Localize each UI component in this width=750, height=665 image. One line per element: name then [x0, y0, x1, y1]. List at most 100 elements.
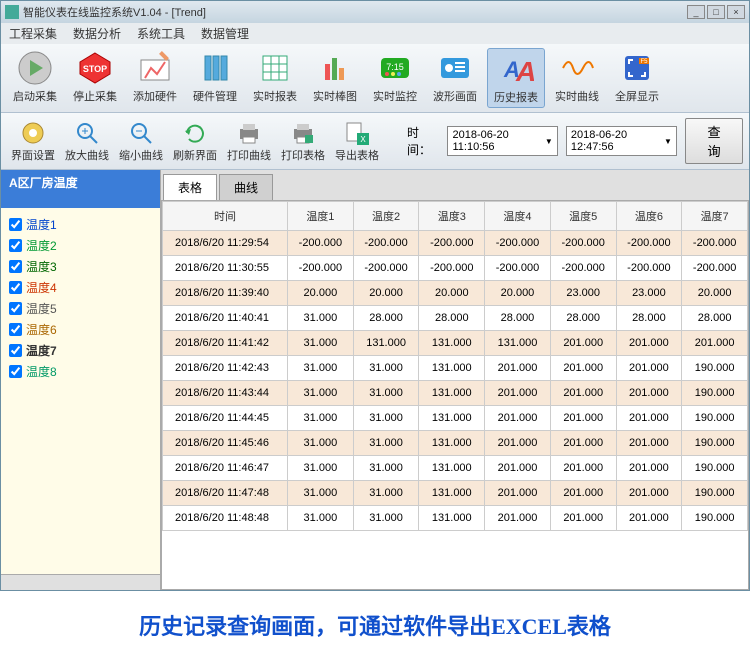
channel-item[interactable]: 温度3 [5, 256, 156, 277]
cell-value: 31.000 [288, 506, 354, 531]
table-row[interactable]: 2018/6/20 11:40:4131.00028.00028.00028.0… [163, 306, 748, 331]
channel-label: 温度4 [26, 279, 57, 296]
export-table-button[interactable]: X导出表格 [331, 117, 383, 165]
column-header[interactable]: 温度4 [485, 202, 551, 231]
titlebar: 智能仪表在线监控系统V1.04 - [Trend] _ □ × [1, 1, 749, 23]
column-header[interactable]: 温度3 [419, 202, 485, 231]
cell-value: 20.000 [353, 281, 419, 306]
cell-value: 201.000 [616, 381, 682, 406]
table-row[interactable]: 2018/6/20 11:47:4831.00031.000131.000201… [163, 481, 748, 506]
main-area: A区厂房温度 温度1温度2温度3温度4温度5温度6温度7温度8 表格 曲线 时间… [1, 170, 749, 590]
realtime-bar-icon [317, 50, 353, 86]
print-curve-button[interactable]: 打印曲线 [223, 117, 275, 165]
cell-value: 201.000 [550, 381, 616, 406]
cell-value: 31.000 [288, 331, 354, 356]
channel-item[interactable]: 温度1 [5, 214, 156, 235]
menubar: 工程采集 数据分析 系统工具 数据管理 [1, 23, 749, 44]
cell-value: 131.000 [353, 331, 419, 356]
channel-item[interactable]: 温度7 [5, 340, 156, 361]
menu-item[interactable]: 数据分析 [73, 25, 121, 42]
cell-time: 2018/6/20 11:46:47 [163, 456, 288, 481]
realtime-monitor-icon: 7:15 [377, 50, 413, 86]
column-header[interactable]: 温度2 [353, 202, 419, 231]
tab-curve[interactable]: 曲线 [219, 174, 273, 200]
column-header[interactable]: 时间 [163, 202, 288, 231]
datetime-to[interactable]: 2018-06-20 12:47:56▼ [566, 126, 677, 156]
table-row[interactable]: 2018/6/20 11:30:55-200.000-200.000-200.0… [163, 256, 748, 281]
column-header[interactable]: 温度6 [616, 202, 682, 231]
add-hardware-button[interactable]: 添加硬件 [127, 48, 183, 108]
history-report-button[interactable]: AA历史报表 [487, 48, 545, 108]
cell-time: 2018/6/20 11:30:55 [163, 256, 288, 281]
channel-item[interactable]: 温度2 [5, 235, 156, 256]
menu-item[interactable]: 系统工具 [137, 25, 185, 42]
table-row[interactable]: 2018/6/20 11:45:4631.00031.000131.000201… [163, 431, 748, 456]
channel-checkbox[interactable] [9, 365, 22, 378]
menu-item[interactable]: 数据管理 [201, 25, 249, 42]
menu-item[interactable]: 工程采集 [9, 25, 57, 42]
fullscreen-button[interactable]: F5全屏显示 [609, 48, 665, 108]
column-header[interactable]: 温度5 [550, 202, 616, 231]
waveform-button[interactable]: 波形画面 [427, 48, 483, 108]
realtime-curve-button[interactable]: 实时曲线 [549, 48, 605, 108]
refresh-button[interactable]: 刷新界面 [169, 117, 221, 165]
cell-value: 201.000 [485, 356, 551, 381]
channel-checkbox[interactable] [9, 344, 22, 357]
realtime-report-button[interactable]: 实时报表 [247, 48, 303, 108]
svg-text:F5: F5 [640, 59, 648, 65]
cell-value: 20.000 [485, 281, 551, 306]
realtime-bar-button[interactable]: 实时棒图 [307, 48, 363, 108]
cell-value: 190.000 [682, 481, 748, 506]
table-row[interactable]: 2018/6/20 11:44:4531.00031.000131.000201… [163, 406, 748, 431]
query-button[interactable]: 查询 [685, 118, 743, 164]
tab-table[interactable]: 表格 [163, 174, 217, 200]
column-header[interactable]: 温度7 [682, 202, 748, 231]
table-row[interactable]: 2018/6/20 11:43:4431.00031.000131.000201… [163, 381, 748, 406]
data-table-wrap[interactable]: 时间温度1温度2温度3温度4温度5温度6温度7 2018/6/20 11:29:… [161, 200, 749, 590]
channel-item[interactable]: 温度6 [5, 319, 156, 340]
print-table-button[interactable]: 打印表格 [277, 117, 329, 165]
channel-checkbox[interactable] [9, 323, 22, 336]
restore-button[interactable]: □ [707, 5, 725, 19]
channel-checkbox[interactable] [9, 218, 22, 231]
hardware-mgmt-button[interactable]: 硬件管理 [187, 48, 243, 108]
column-header[interactable]: 温度1 [288, 202, 354, 231]
stop-collect-button[interactable]: STOP停止采集 [67, 48, 123, 108]
table-row[interactable]: 2018/6/20 11:29:54-200.000-200.000-200.0… [163, 231, 748, 256]
zoom-out-button[interactable]: 缩小曲线 [115, 117, 167, 165]
window-title: 智能仪表在线监控系统V1.04 - [Trend] [23, 4, 687, 20]
channel-label: 温度3 [26, 258, 57, 275]
sidebar-scrollbar[interactable] [1, 574, 160, 590]
toolbar-label: 刷新界面 [173, 147, 217, 163]
channel-checkbox[interactable] [9, 260, 22, 273]
zoom-in-button[interactable]: 放大曲线 [61, 117, 113, 165]
channel-item[interactable]: 温度5 [5, 298, 156, 319]
table-row[interactable]: 2018/6/20 11:41:4231.000131.000131.00013… [163, 331, 748, 356]
waveform-icon [437, 50, 473, 86]
minimize-button[interactable]: _ [687, 5, 705, 19]
channel-item[interactable]: 温度8 [5, 361, 156, 382]
realtime-monitor-button[interactable]: 7:15实时监控 [367, 48, 423, 108]
channel-item[interactable]: 温度4 [5, 277, 156, 298]
cell-value: -200.000 [353, 231, 419, 256]
channel-checkbox[interactable] [9, 239, 22, 252]
ui-settings-button[interactable]: 界面设置 [7, 117, 59, 165]
cell-value: 31.000 [288, 356, 354, 381]
cell-value: 20.000 [288, 281, 354, 306]
close-button[interactable]: × [727, 5, 745, 19]
app-window: 智能仪表在线监控系统V1.04 - [Trend] _ □ × 工程采集 数据分… [0, 0, 750, 591]
content-area: 表格 曲线 时间温度1温度2温度3温度4温度5温度6温度7 2018/6/20 … [161, 170, 749, 590]
cell-value: 131.000 [419, 381, 485, 406]
channel-checkbox[interactable] [9, 281, 22, 294]
cell-time: 2018/6/20 11:41:42 [163, 331, 288, 356]
table-row[interactable]: 2018/6/20 11:39:4020.00020.00020.00020.0… [163, 281, 748, 306]
channel-checkbox[interactable] [9, 302, 22, 315]
start-collect-button[interactable]: 启动采集 [7, 48, 63, 108]
table-row[interactable]: 2018/6/20 11:48:4831.00031.000131.000201… [163, 506, 748, 531]
cell-time: 2018/6/20 11:39:40 [163, 281, 288, 306]
toolbar-label: 打印曲线 [227, 147, 271, 163]
cell-time: 2018/6/20 11:47:48 [163, 481, 288, 506]
datetime-from[interactable]: 2018-06-20 11:10:56▼ [447, 126, 557, 156]
table-row[interactable]: 2018/6/20 11:42:4331.00031.000131.000201… [163, 356, 748, 381]
table-row[interactable]: 2018/6/20 11:46:4731.00031.000131.000201… [163, 456, 748, 481]
